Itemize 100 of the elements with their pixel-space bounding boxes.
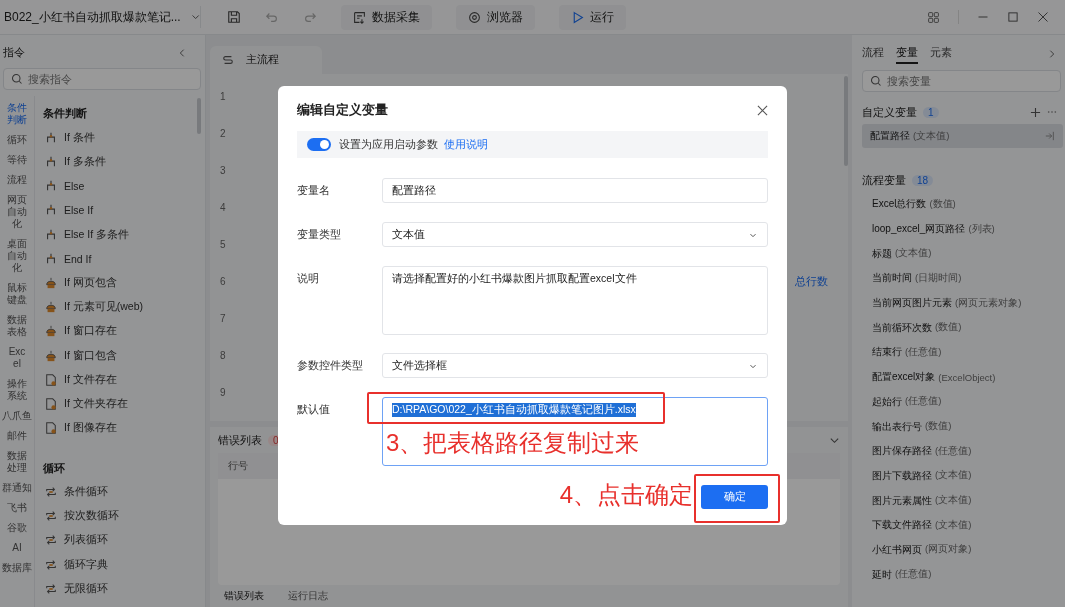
line-number: 4 <box>220 201 227 213</box>
variable-name[interactable]: 当前网页图片元素 <box>872 296 952 311</box>
variable-name[interactable]: 输出表行号 <box>872 419 922 434</box>
category-tab[interactable]: 循环 <box>7 134 27 146</box>
category-tab[interactable]: 邮件 <box>7 430 27 442</box>
category-tab[interactable]: 谷歌 <box>7 522 27 534</box>
variable-name[interactable]: 延时 <box>872 567 892 582</box>
branch-icon <box>45 252 57 265</box>
count-badge: 1 <box>923 106 939 118</box>
field-label: 变量名 <box>297 183 331 198</box>
variable-name[interactable]: 图片保存路径 <box>872 444 932 459</box>
input-field[interactable]: 请选择配置好的小红书爆款图片抓取配置excel文件 <box>382 266 768 335</box>
command-item[interactable]: End If <box>64 252 92 265</box>
select-field[interactable]: 文本值 <box>382 222 768 247</box>
command-item[interactable]: If 条件 <box>64 130 95 145</box>
confirm-button[interactable]: 确定 <box>701 485 768 509</box>
search-field[interactable]: 搜索指令 <box>3 68 201 90</box>
command-item[interactable]: If 窗口包含 <box>64 348 117 363</box>
category-tab[interactable]: 流程 <box>7 174 27 186</box>
input-field[interactable]: 配置路径 <box>382 178 768 203</box>
variable-name[interactable]: 当前时间 <box>872 271 912 286</box>
line-number: 3 <box>220 164 227 176</box>
close-icon[interactable] <box>757 104 768 116</box>
category-tab[interactable]: 网页自动化 <box>6 194 28 230</box>
variable-name[interactable]: 配置excel对象 <box>872 370 936 385</box>
command-item[interactable]: If 文件存在 <box>64 372 117 387</box>
category-tab[interactable]: 桌面自动化 <box>6 238 28 274</box>
toolbar-button[interactable]: 浏览器 <box>456 4 535 30</box>
add-icon[interactable] <box>1030 106 1041 118</box>
save-icon[interactable] <box>227 10 241 24</box>
variable-type: (网页元素对象) <box>955 296 1022 310</box>
variable-type: (任意值) <box>905 395 942 409</box>
play-icon <box>571 10 584 24</box>
maximize-icon[interactable] <box>1007 11 1019 23</box>
undo-icon[interactable] <box>265 10 279 24</box>
select-field[interactable]: 文件选择框 <box>382 353 768 378</box>
command-item[interactable]: If 图像存在 <box>64 421 117 436</box>
branch-icon <box>45 204 57 217</box>
category-tab[interactable]: Excel <box>6 346 28 370</box>
command-item[interactable]: If 窗口存在 <box>64 324 117 339</box>
variable-name[interactable]: 结束行 <box>872 345 902 360</box>
panel-title: 错误列表 <box>218 432 262 448</box>
command-item[interactable]: 无限循环 <box>64 581 108 596</box>
variable-name[interactable]: Excel总行数 <box>872 197 927 212</box>
toolbar-button[interactable]: 运行 <box>559 4 626 30</box>
category-tab[interactable]: 操作系统 <box>6 378 28 402</box>
panel-tab[interactable]: 错误列表 <box>224 589 264 603</box>
variable-type: (任意值) <box>935 444 972 458</box>
command-item[interactable]: If 元素可见(web) <box>64 300 143 315</box>
loop-icon <box>45 510 57 523</box>
panel-tab[interactable]: 流程 <box>862 44 884 64</box>
command-item[interactable]: 条件循环 <box>64 485 108 499</box>
command-item[interactable]: If 网页包含 <box>64 275 117 290</box>
field-label: 参数控件类型 <box>297 358 364 373</box>
panel-tab[interactable]: 运行日志 <box>288 589 328 603</box>
help-link[interactable]: 使用说明 <box>444 137 488 152</box>
variable-name[interactable]: 图片元素属性 <box>872 493 932 508</box>
command-item[interactable]: 按次数循环 <box>64 509 119 524</box>
command-item[interactable]: If 文件夹存在 <box>64 396 128 411</box>
category-tab[interactable]: 飞书 <box>7 502 27 514</box>
command-item[interactable]: Else If <box>64 204 94 217</box>
field-label: 变量类型 <box>297 227 342 242</box>
variable-name[interactable]: 标题 <box>872 246 892 261</box>
project-name[interactable]: B022_小红书自动抓取爆款笔记... <box>4 8 181 26</box>
close-icon[interactable] <box>1037 11 1049 23</box>
annotation-note: 4、点击确定 <box>559 480 693 510</box>
category-tab[interactable]: 鼠标键盘 <box>6 282 28 306</box>
command-item[interactable]: Else <box>64 180 85 193</box>
category-tab[interactable]: 数据表格 <box>6 314 28 338</box>
toggle-switch[interactable] <box>307 138 331 151</box>
panel-tab[interactable]: 变量 <box>896 44 918 64</box>
section-title: 流程变量 <box>862 172 906 188</box>
redo-icon[interactable] <box>303 10 317 24</box>
variable-name[interactable]: 小红书网页 <box>872 542 922 557</box>
category-tab[interactable]: 等待 <box>7 154 27 166</box>
apps-icon[interactable] <box>927 10 940 24</box>
category-tab[interactable]: AI <box>12 542 22 554</box>
insert-icon[interactable] <box>1045 131 1055 141</box>
command-item[interactable]: Else If 多条件 <box>64 227 130 242</box>
search-field[interactable]: 搜索变量 <box>862 70 1061 92</box>
category-tab[interactable]: 条件判断 <box>6 102 28 126</box>
variable-name[interactable]: loop_excel_网页路径 <box>872 222 966 237</box>
category-tab[interactable]: 数据库 <box>2 562 32 574</box>
collapse-icon[interactable] <box>177 47 187 58</box>
variable-name[interactable]: 图片下载路径 <box>872 468 932 483</box>
variable-name[interactable]: 当前循环次数 <box>872 320 932 335</box>
toolbar-button[interactable]: 数据采集 <box>341 4 432 30</box>
command-item[interactable]: 循环字典 <box>64 557 108 572</box>
variable-item[interactable]: 配置路径 (文本值) <box>862 124 1063 148</box>
category-tab[interactable]: 八爪鱼 <box>2 410 32 422</box>
command-item[interactable]: 列表循环 <box>64 533 108 548</box>
category-tab[interactable]: 数据处理 <box>6 450 28 474</box>
expand-icon[interactable] <box>1047 49 1057 59</box>
variable-name[interactable]: 起始行 <box>872 394 902 409</box>
command-item[interactable]: If 多条件 <box>64 154 106 169</box>
flow-tab[interactable]: 主流程 <box>210 45 322 74</box>
panel-tab[interactable]: 元素 <box>930 44 952 64</box>
variable-name[interactable]: 下载文件路径 <box>872 518 932 533</box>
search-icon <box>870 75 882 87</box>
category-tab[interactable]: 群通知 <box>2 482 32 494</box>
